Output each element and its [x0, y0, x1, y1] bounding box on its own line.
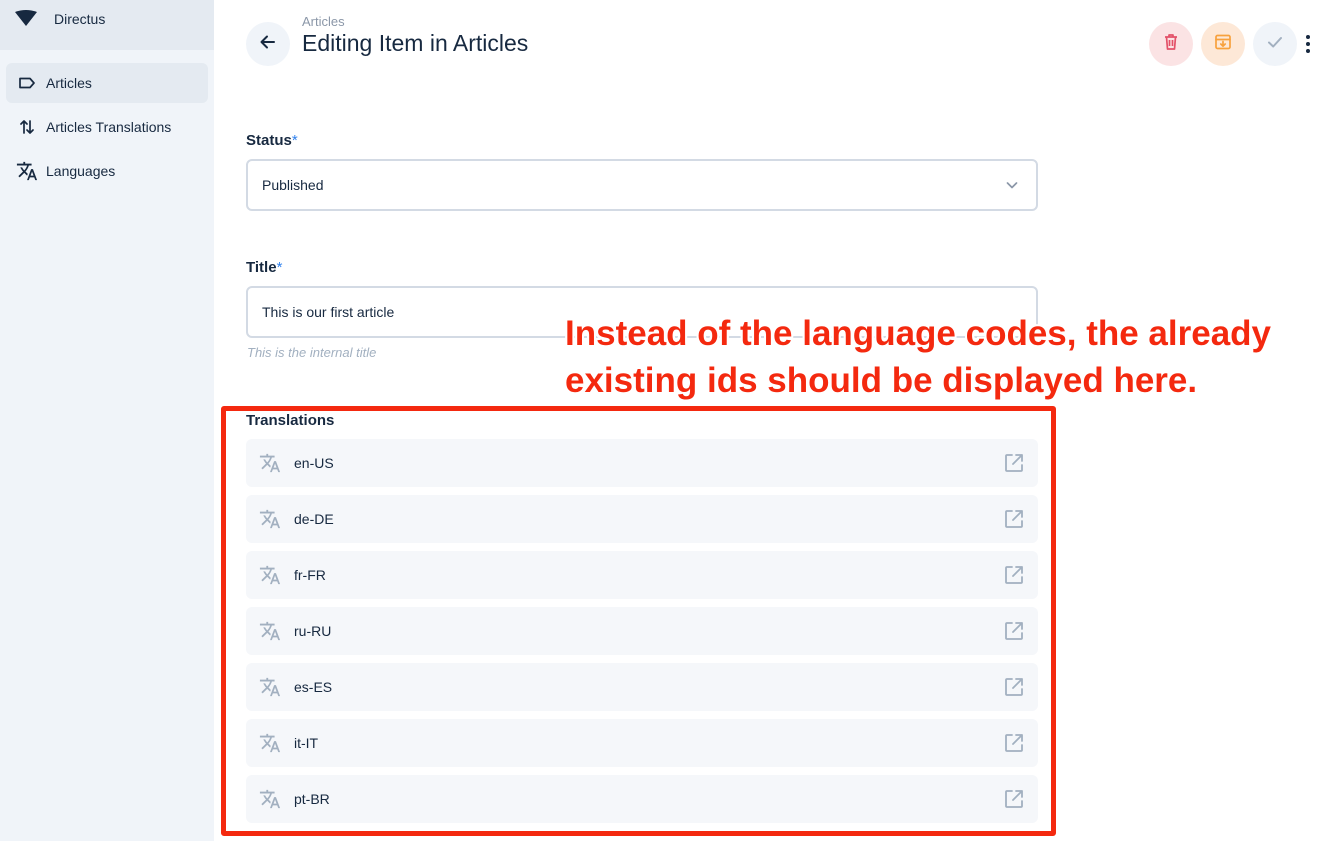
project-header[interactable]: Directus [0, 0, 214, 50]
title-value: This is our first article [262, 304, 395, 320]
annotation-text: Instead of the language codes, the alrea… [565, 310, 1315, 404]
label-icon [16, 72, 38, 94]
sidebar-item-articles[interactable]: Articles [6, 63, 208, 103]
annotation-line-2: existing ids should be displayed here. [565, 361, 1198, 400]
delete-button[interactable] [1149, 22, 1193, 66]
archive-button[interactable] [1201, 22, 1245, 66]
breadcrumb[interactable]: Articles [302, 14, 345, 29]
annotation-highlight-box [221, 406, 1056, 836]
sidebar-item-label: Languages [46, 163, 116, 179]
directus-logo-icon [14, 8, 38, 28]
chevron-down-icon [1004, 177, 1020, 196]
title-label: Title* [246, 259, 282, 276]
title-label-text: Title [246, 259, 277, 276]
status-label-text: Status [246, 132, 292, 149]
back-button[interactable] [246, 22, 290, 66]
archive-icon [1213, 32, 1233, 57]
sidebar-nav: Articles Articles Translations Languages [0, 50, 214, 191]
status-select[interactable]: Published [246, 159, 1038, 211]
sort-arrows-icon [16, 116, 38, 138]
page-title: Editing Item in Articles [302, 30, 529, 56]
trash-icon [1161, 32, 1181, 57]
check-icon [1265, 32, 1285, 57]
title-hint: This is the internal title [247, 345, 377, 360]
more-options-icon[interactable] [1300, 32, 1316, 56]
sidebar: Directus Articles Articles Translations … [0, 0, 214, 841]
required-mark: * [291, 132, 298, 149]
translate-icon [16, 160, 38, 182]
sidebar-item-languages[interactable]: Languages [6, 151, 208, 191]
sidebar-item-label: Articles Translations [46, 119, 172, 135]
arrow-left-icon [258, 32, 278, 57]
status-label: Status* [246, 132, 298, 149]
save-button[interactable] [1253, 22, 1297, 66]
project-name: Directus [54, 10, 106, 27]
sidebar-item-label: Articles [46, 75, 92, 91]
sidebar-item-articles-translations[interactable]: Articles Translations [6, 107, 208, 147]
status-value: Published [262, 177, 324, 193]
annotation-line-1: Instead of the language codes, the alrea… [565, 314, 1272, 353]
required-mark: * [276, 259, 283, 276]
